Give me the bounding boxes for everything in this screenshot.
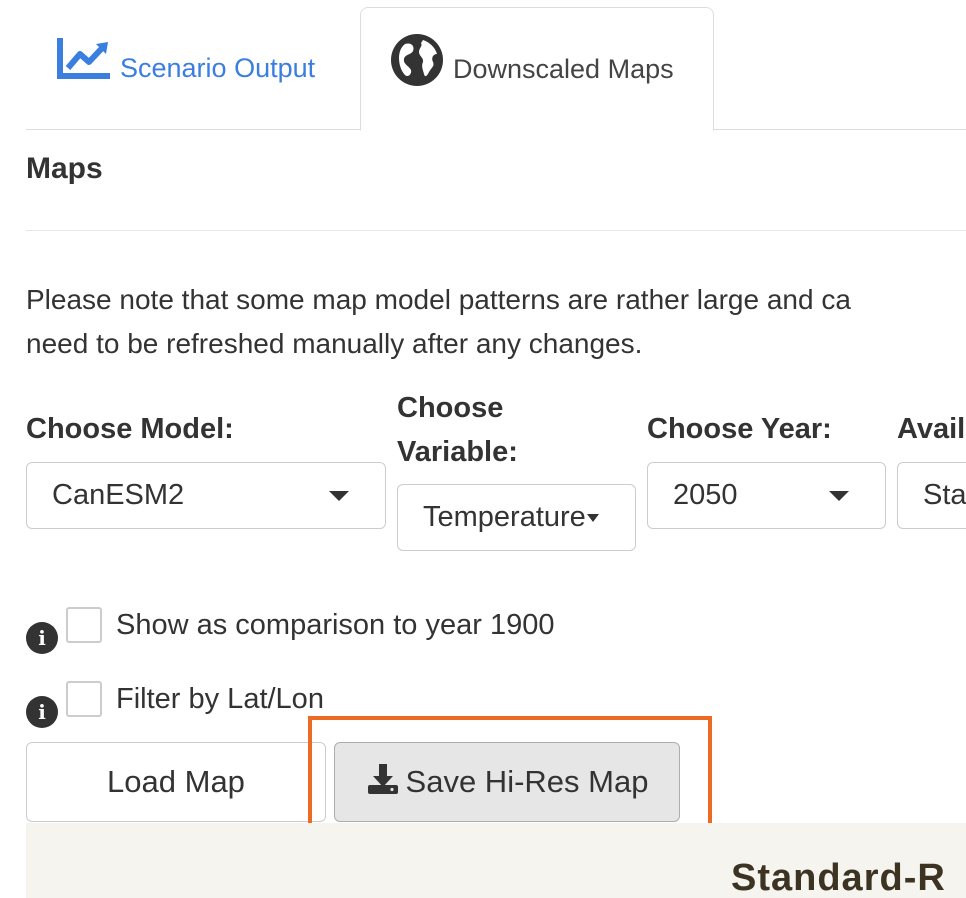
globe-icon [391,33,443,93]
info-icon[interactable]: i [26,622,58,654]
tab-scenario-output[interactable]: Scenario Output [56,7,356,130]
available-label: Avail [897,413,966,445]
variable-select-value: Temperature [423,501,586,533]
latlon-label: Filter by Lat/Lon [116,682,324,715]
map-panel: Standard-R [26,823,966,898]
note-line-1: Please note that some map model patterns… [26,284,851,315]
note-line-2: need to be refreshed manually after any … [26,328,643,359]
latlon-row: i Filter by Lat/Lon [26,670,324,728]
year-label: Choose Year: [647,413,832,445]
section-title: Maps [26,152,103,185]
available-select[interactable]: Sta [897,462,966,529]
comparison-checkbox[interactable] [66,607,102,643]
year-select[interactable]: 2050 [647,462,886,529]
load-map-button-label: Load Map [107,764,245,799]
chart-line-icon [56,36,112,87]
available-select-value: Sta [923,479,966,511]
info-icon[interactable]: i [26,696,58,728]
variable-label-line-1: Choose [397,392,504,424]
variable-label-line-2: Variable: [397,436,518,468]
divider [26,230,966,231]
note-text: Please note that some map model patterns… [26,278,966,366]
variable-select[interactable]: Temperature [397,484,636,551]
comparison-label: Show as comparison to year 1900 [116,608,555,641]
tab-bar: Scenario Output Downscaled Maps [26,0,966,131]
chevron-down-icon [829,491,849,501]
latlon-checkbox[interactable] [66,681,102,717]
chevron-down-icon [587,514,599,522]
comparison-row: i Show as comparison to year 1900 [26,596,554,654]
model-select-value: CanESM2 [52,479,185,511]
load-map-button[interactable]: Load Map [26,742,326,822]
tab-scenario-output-label: Scenario Output [120,53,316,83]
variable-label: Choose Variable: [397,386,518,474]
year-select-value: 2050 [673,479,738,511]
model-select[interactable]: CanESM2 [26,462,386,529]
model-label: Choose Model: [26,413,234,445]
chevron-down-icon [329,491,349,501]
map-panel-title: Standard-R [731,857,946,898]
tab-downscaled-maps-label: Downscaled Maps [453,53,674,84]
tab-downscaled-maps[interactable]: Downscaled Maps [360,7,714,131]
